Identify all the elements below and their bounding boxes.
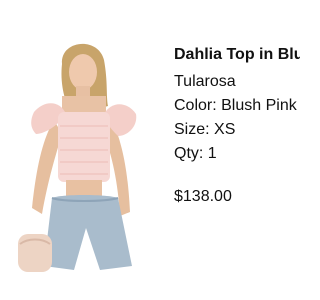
product-image[interactable]: [0, 30, 165, 280]
cart-item-card: Dahlia Top in Blush Pink Tularosa Color:…: [0, 0, 300, 300]
product-title[interactable]: Dahlia Top in Blush Pink: [174, 43, 300, 67]
product-brand: Tularosa: [174, 73, 236, 90]
product-price: $138.00: [174, 188, 232, 205]
product-quantity: Qty: 1: [174, 145, 217, 162]
product-size: Size: XS: [174, 121, 236, 138]
product-color: Color: Blush Pink: [174, 97, 297, 114]
